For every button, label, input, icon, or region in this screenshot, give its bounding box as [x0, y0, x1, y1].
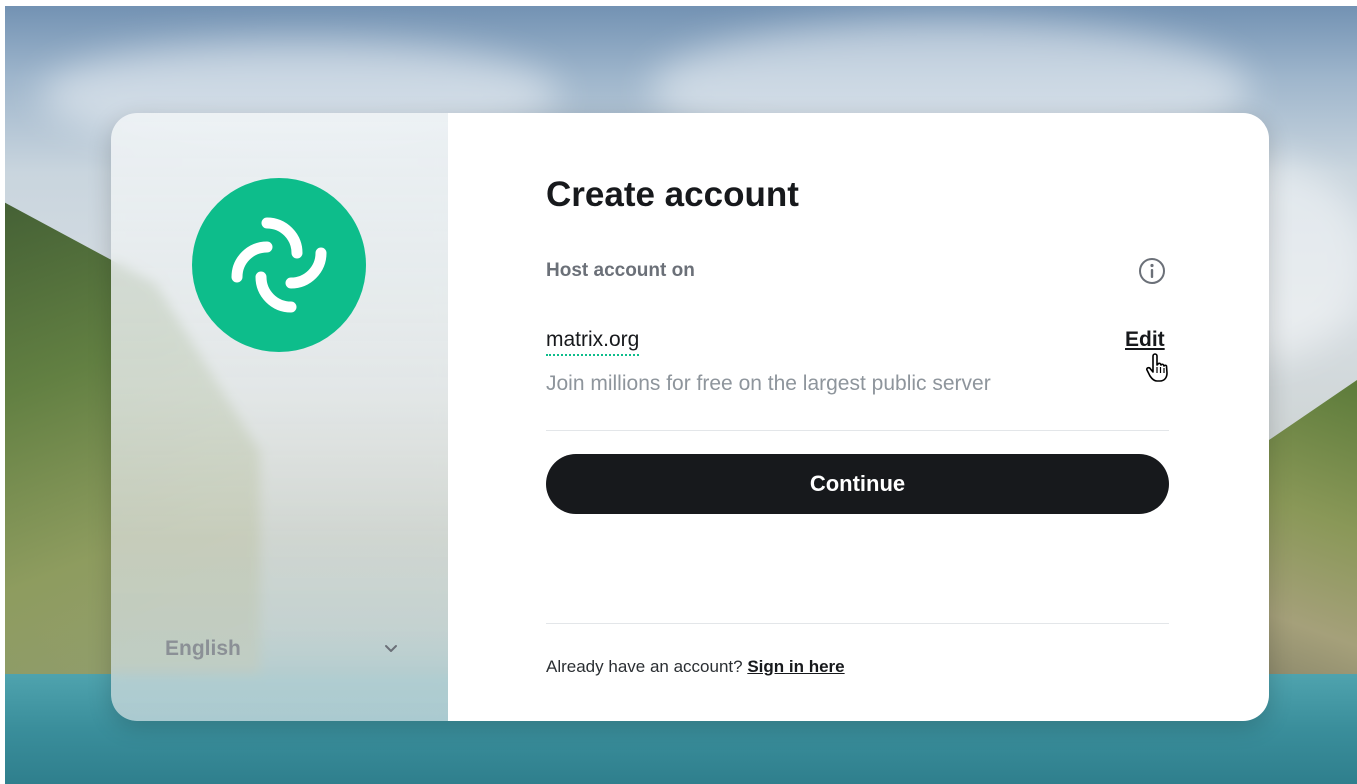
continue-button[interactable]: Continue [546, 454, 1169, 514]
host-account-label: Host account on [546, 260, 695, 281]
element-logo-icon [192, 178, 366, 352]
left-edge [0, 0, 5, 784]
app-window: English Create account Host account on m… [0, 0, 1357, 784]
hand-cursor-icon [1146, 353, 1168, 382]
auth-sidebar: English [111, 113, 448, 721]
chevron-down-icon [382, 640, 400, 658]
info-icon[interactable] [1135, 254, 1169, 288]
top-edge [0, 0, 1357, 6]
server-description: Join millions for free on the largest pu… [546, 372, 991, 395]
signin-row: Already have an account? Sign in here [546, 657, 845, 677]
divider [546, 623, 1169, 624]
language-label: English [165, 637, 241, 660]
language-selector[interactable]: English [165, 637, 400, 661]
signin-link[interactable]: Sign in here [747, 657, 844, 676]
auth-main: Create account Host account on matrix.or… [448, 113, 1269, 721]
server-name: matrix.org [546, 328, 640, 356]
element-logo-glyph [231, 217, 327, 313]
divider [546, 430, 1169, 431]
page-title: Create account [546, 175, 799, 214]
edit-server-button[interactable]: Edit [1125, 328, 1165, 352]
auth-card: English Create account Host account on m… [111, 113, 1269, 721]
signin-prompt: Already have an account? [546, 657, 743, 676]
